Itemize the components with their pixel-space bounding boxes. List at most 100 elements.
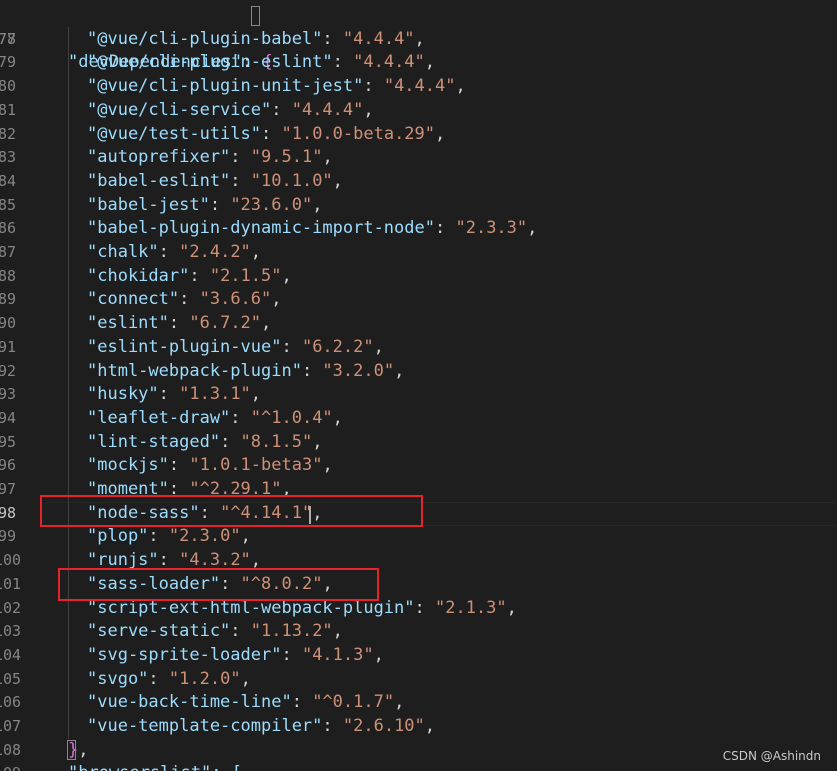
colon: :: [281, 644, 302, 665]
code-content[interactable]: "svgo": "1.2.0",: [87, 668, 251, 692]
code-line[interactable]: 91 "eslint-plugin-vue": "6.2.2",: [0, 336, 837, 360]
code-line[interactable]: 86 "babel-plugin-dynamic-import-node": "2…: [0, 217, 837, 241]
code-content[interactable]: "chokidar": "2.1.5",: [87, 265, 292, 289]
line-number: 92: [0, 361, 16, 380]
line-number: 106: [0, 693, 22, 712]
code-line[interactable]: 103 "serve-static": "1.13.2",: [0, 620, 837, 644]
code-content[interactable]: "svg-sprite-loader": "4.1.3",: [87, 644, 384, 668]
code-content[interactable]: "babel-eslint": "10.1.0",: [87, 170, 343, 194]
comma: ,: [506, 597, 517, 618]
json-key: "eslint-plugin-vue": [87, 336, 282, 357]
comma: ,: [240, 668, 251, 689]
colon: :: [230, 147, 251, 168]
code-line[interactable]: 87 "chalk": "2.4.2",: [0, 241, 837, 265]
line-number: 96: [0, 456, 16, 475]
code-line[interactable]: 81 "@vue/cli-service": "4.4.4",: [0, 99, 837, 123]
annotation-box-node-sass: [40, 495, 423, 527]
json-key: "serve-static": [87, 621, 231, 642]
comma: ,: [240, 526, 251, 547]
code-content[interactable]: "husky": "1.3.1",: [87, 383, 261, 407]
code-line[interactable]: 83 "autoprefixer": "9.5.1",: [0, 146, 837, 170]
json-value: "3.6.6": [199, 289, 272, 310]
colon: :: [168, 313, 190, 334]
code-content[interactable]: "html-webpack-plugin": "3.2.0",: [87, 360, 404, 384]
code-content[interactable]: "@vue/cli-plugin-eslint": "4.4.4",: [87, 51, 435, 75]
line-number: 97: [0, 480, 16, 498]
code-content[interactable]: "leaflet-draw": "^1.0.4",: [87, 407, 343, 431]
colon: :: [363, 76, 384, 97]
code-line[interactable]: 108},: [0, 739, 837, 763]
comma: ,: [373, 644, 384, 665]
code-content[interactable]: "vue-template-compiler": "2.6.10",: [87, 715, 435, 739]
colon: :: [435, 218, 456, 239]
code-content[interactable]: "babel-jest": "23.6.0",: [87, 194, 322, 218]
json-value: "4.4.4": [342, 28, 415, 49]
code-line[interactable]: 104 "svg-sprite-loader": "4.1.3",: [0, 644, 837, 668]
code-content[interactable]: "eslint": "6.7.2",: [87, 312, 271, 336]
code-line[interactable]: 90 "eslint": "6.7.2",: [0, 312, 837, 336]
code-content[interactable]: "serve-static": "1.13.2",: [87, 620, 343, 644]
comma: ,: [332, 407, 343, 428]
colon: :: [281, 336, 302, 357]
comma: ,: [394, 692, 405, 713]
comma: ,: [527, 218, 538, 239]
code-content[interactable]: "connect": "3.6.6",: [87, 288, 282, 312]
line-number: 81: [0, 100, 16, 119]
code-line[interactable]: 93 "husky": "1.3.1",: [0, 383, 837, 407]
line-number: 109: [0, 762, 21, 771]
code-line[interactable]: 107 "vue-template-compiler": "2.6.10",: [0, 715, 837, 739]
json-key: "husky": [87, 384, 159, 405]
code-line[interactable]: 85 "babel-jest": "23.6.0",: [0, 194, 837, 218]
comma: ,: [250, 242, 262, 262]
code-content[interactable]: "browserslist": [: [68, 762, 242, 771]
json-value: "10.1.0": [250, 170, 333, 191]
json-key: "connect": [87, 289, 180, 310]
code-line[interactable]: 96 "mockjs": "1.0.1-beta3",: [0, 454, 837, 478]
code-content[interactable]: "babel-plugin-dynamic-import-node": "2.3…: [87, 217, 537, 241]
code-content[interactable]: "autoprefixer": "9.5.1",: [87, 146, 333, 170]
json-value: "2.1.5": [209, 265, 282, 286]
code-line[interactable]: 94 "leaflet-draw": "^1.0.4",: [0, 407, 837, 431]
code-content[interactable]: "@vue/cli-plugin-babel": "4.4.4",: [87, 28, 425, 52]
json-value: "2.3.3": [455, 218, 528, 239]
code-content[interactable]: "eslint-plugin-vue": "6.2.2",: [87, 336, 384, 360]
json-key: "chokidar": [87, 265, 190, 286]
code-line[interactable]: 95 "lint-staged": "8.1.5",: [0, 431, 837, 455]
matching-brace-box: [251, 6, 260, 26]
colon: :: [179, 289, 200, 310]
code-content[interactable]: "mockjs": "1.0.1-beta3",: [87, 454, 333, 478]
comma: ,: [261, 313, 272, 334]
code-line[interactable]: 109 "browserslist": [: [0, 762, 837, 771]
code-content[interactable]: "lint-staged": "8.1.5",: [87, 431, 322, 455]
json-key: "@vue/cli-plugin-unit-jest": [87, 76, 364, 97]
code-line[interactable]: 106 "vue-back-time-line": "^0.1.7",: [0, 691, 837, 715]
comma: ,: [322, 147, 333, 168]
json-value: "2.4.2": [179, 242, 251, 262]
json-key: "vue-back-time-line": [87, 692, 292, 713]
line-number: 78: [0, 29, 16, 48]
comma: ,: [424, 716, 436, 736]
code-line[interactable]: 99 "plop": "2.3.0",: [0, 525, 837, 549]
colon: :: [148, 668, 169, 689]
code-line[interactable]: 77 "devDependencies": {: [0, 4, 837, 73]
json-value: "23.6.0": [230, 194, 313, 215]
code-content[interactable]: "@vue/cli-plugin-unit-jest": "4.4.4",: [87, 75, 466, 99]
code-line[interactable]: 79 "@vue/cli-plugin-eslint": "4.4.4",: [0, 51, 837, 75]
code-content[interactable]: "@vue/test-utils": "1.0.0-beta.29",: [87, 123, 445, 147]
code-content[interactable]: "@vue/cli-service": "4.4.4",: [87, 99, 374, 123]
code-editor[interactable]: 77 "devDependencies": { 78 "@vue/cli-plug…: [0, 0, 837, 771]
colon: :: [414, 597, 435, 618]
code-line[interactable]: 82 "@vue/test-utils": "1.0.0-beta.29",: [0, 123, 837, 147]
code-line[interactable]: 105 "svgo": "1.2.0",: [0, 668, 837, 692]
code-line[interactable]: 92 "html-webpack-plugin": "3.2.0",: [0, 360, 837, 384]
code-content[interactable]: "plop": "2.3.0",: [87, 525, 251, 549]
code-line[interactable]: 88 "chokidar": "2.1.5",: [0, 265, 837, 289]
json-key: "html-webpack-plugin": [87, 360, 302, 381]
code-line[interactable]: 89 "connect": "3.6.6",: [0, 288, 837, 312]
code-line[interactable]: 78 "@vue/cli-plugin-babel": "4.4.4",: [0, 28, 837, 52]
code-content[interactable]: "vue-back-time-line": "^0.1.7",: [87, 691, 404, 715]
code-content[interactable]: "chalk": "2.4.2",: [87, 241, 261, 265]
code-line[interactable]: 84 "babel-eslint": "10.1.0",: [0, 170, 837, 194]
colon: :: [230, 170, 251, 191]
code-line[interactable]: 80 "@vue/cli-plugin-unit-jest": "4.4.4",: [0, 75, 837, 99]
